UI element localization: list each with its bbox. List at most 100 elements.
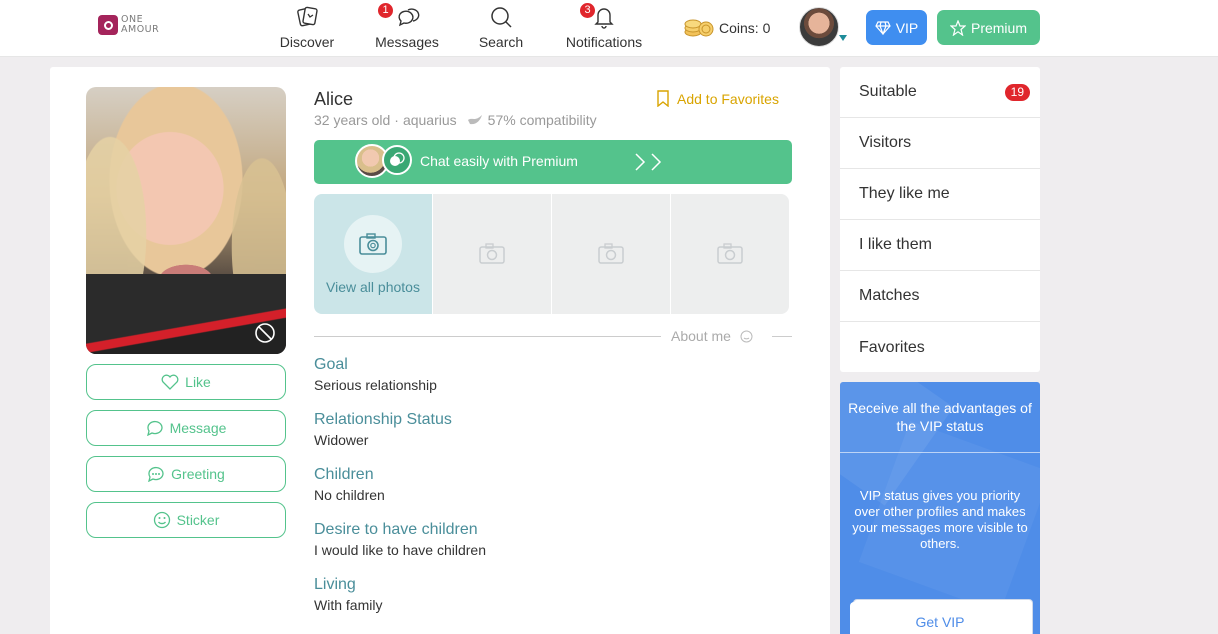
add-to-favorites-button[interactable]: Add to Favorites <box>656 90 779 107</box>
sidebar-item-label: They like me <box>859 185 950 202</box>
nav-discover[interactable]: Discover <box>278 4 336 52</box>
sidebar-item-label: Favorites <box>859 338 925 356</box>
message-button-label: Message <box>169 420 227 436</box>
messages-badge: 1 <box>378 3 393 18</box>
coins-label: Coins: 0 <box>719 20 771 36</box>
greeting-button-label: Greeting <box>171 466 225 482</box>
premium-button[interactable]: Premium <box>937 10 1040 45</box>
premium-banner-text: Chat easily with Premium <box>420 153 578 169</box>
nav-notifications-label: Notifications <box>565 34 643 50</box>
info-title: Goal <box>314 356 348 373</box>
sticker-button[interactable]: Sticker <box>86 502 286 538</box>
greeting-bubble-icon <box>148 466 164 482</box>
chevron-down-icon <box>839 35 847 41</box>
logo-text-line2: AMOUR <box>121 24 160 35</box>
sidebar-item-label: I like them <box>859 236 932 253</box>
profile-age: 32 years old <box>314 112 391 128</box>
info-desire-children: Desire to have children I would like to … <box>314 521 486 558</box>
info-value: With family <box>314 597 383 613</box>
chat-bubbles-icon <box>382 145 412 175</box>
profile-compatibility: 57% compatibility <box>487 112 597 128</box>
sidebar-item-suitable[interactable]: Suitable 19 <box>840 67 1040 118</box>
photo-placeholder[interactable] <box>433 194 551 314</box>
sidebar-item-visitors[interactable]: Visitors <box>840 118 1040 169</box>
sidebar-menu: Suitable 19 Visitors They like me I like… <box>840 67 1040 372</box>
sidebar-item-label: Suitable <box>859 83 917 100</box>
about-me-label: About me <box>671 328 731 344</box>
sidebar-item-i-like-them[interactable]: I like them <box>840 220 1040 271</box>
double-chevron-right-icon <box>635 153 662 171</box>
chat-bubbles-icon: 1 <box>374 3 440 30</box>
bird-icon <box>467 115 482 125</box>
nav-notifications[interactable]: 3 Notifications <box>562 3 646 52</box>
info-value: No children <box>314 487 385 503</box>
info-goal: Goal Serious relationship <box>314 356 437 393</box>
greeting-button[interactable]: Greeting <box>86 456 286 492</box>
camera-icon <box>598 243 624 264</box>
info-value: I would like to have children <box>314 542 486 558</box>
get-vip-button[interactable]: Get VIP <box>850 602 1030 634</box>
nav-messages-label: Messages <box>375 34 439 50</box>
profile-photo[interactable] <box>86 87 286 354</box>
nav-search[interactable]: Search <box>476 4 526 52</box>
premium-chat-banner[interactable]: Chat easily with Premium <box>314 140 792 184</box>
bell-icon: 3 <box>562 3 646 30</box>
vip-promo-card: Receive all the advantages of the VIP st… <box>840 382 1040 634</box>
vip-button[interactable]: VIP <box>866 10 927 45</box>
profile-sign: aquarius <box>402 112 457 128</box>
info-title: Living <box>314 576 356 593</box>
info-relationship-status: Relationship Status Widower <box>314 411 452 448</box>
view-all-photos-button[interactable]: View all photos <box>314 194 432 314</box>
star-icon <box>949 19 966 36</box>
camera-icon <box>344 215 402 273</box>
info-children: Children No children <box>314 466 385 503</box>
vip-promo-body: VIP status gives you priority over other… <box>852 488 1028 551</box>
avatar <box>799 7 839 47</box>
info-value: Serious relationship <box>314 377 437 393</box>
sidebar-item-they-like-me[interactable]: They like me <box>840 169 1040 220</box>
about-me-divider: About me <box>314 328 792 344</box>
photo-placeholder[interactable] <box>671 194 789 314</box>
smiley-icon <box>153 511 170 529</box>
profile-meta: 32 years old · aquarius 57% compatibilit… <box>314 112 597 128</box>
message-button[interactable]: Message <box>86 410 286 446</box>
heart-icon <box>161 374 179 390</box>
like-button-label: Like <box>185 374 211 390</box>
vip-button-label: VIP <box>895 19 919 36</box>
info-title: Relationship Status <box>314 411 452 428</box>
top-header: ONE AMOUR Discover 1 Messages Search 3 N… <box>0 0 1218 57</box>
smiley-icon <box>740 330 753 342</box>
chat-bubble-icon <box>146 420 163 436</box>
cards-icon <box>278 4 336 30</box>
info-living: Living With family <box>314 576 382 613</box>
sidebar-item-matches[interactable]: Matches <box>840 271 1040 322</box>
like-button[interactable]: Like <box>86 364 286 400</box>
nav-search-label: Search <box>478 34 524 50</box>
notifications-badge: 3 <box>580 3 595 18</box>
logo[interactable]: ONE AMOUR <box>98 15 159 35</box>
block-icon[interactable] <box>254 322 276 344</box>
sidebar-item-label: Visitors <box>859 134 912 151</box>
info-title: Desire to have children <box>314 521 478 538</box>
info-value: Widower <box>314 432 369 448</box>
sidebar-item-label: Matches <box>859 287 920 304</box>
logo-icon <box>98 15 118 35</box>
bookmark-icon <box>657 90 669 107</box>
sidebar-item-favorites[interactable]: Favorites <box>840 322 1040 373</box>
diamond-icon <box>874 20 891 35</box>
camera-icon <box>479 243 505 264</box>
view-all-photos-label: View all photos <box>326 279 420 295</box>
premium-button-label: Premium <box>970 19 1027 36</box>
suitable-count-badge: 19 <box>1004 84 1030 101</box>
vip-promo-heading: Receive all the advantages of the VIP st… <box>848 400 1032 434</box>
info-title: Children <box>314 466 374 483</box>
photo-placeholder[interactable] <box>552 194 670 314</box>
photo-gallery: View all photos <box>314 194 789 314</box>
sticker-button-label: Sticker <box>176 512 220 528</box>
user-menu[interactable] <box>799 7 847 49</box>
nav-messages[interactable]: 1 Messages <box>374 3 440 52</box>
coins-balance[interactable]: Coins: 0 <box>683 18 770 38</box>
profile-card: Like Message Greeting Sticker Alice 32 y… <box>50 67 830 634</box>
coins-icon <box>683 18 715 38</box>
profile-name: Alice <box>314 89 354 109</box>
